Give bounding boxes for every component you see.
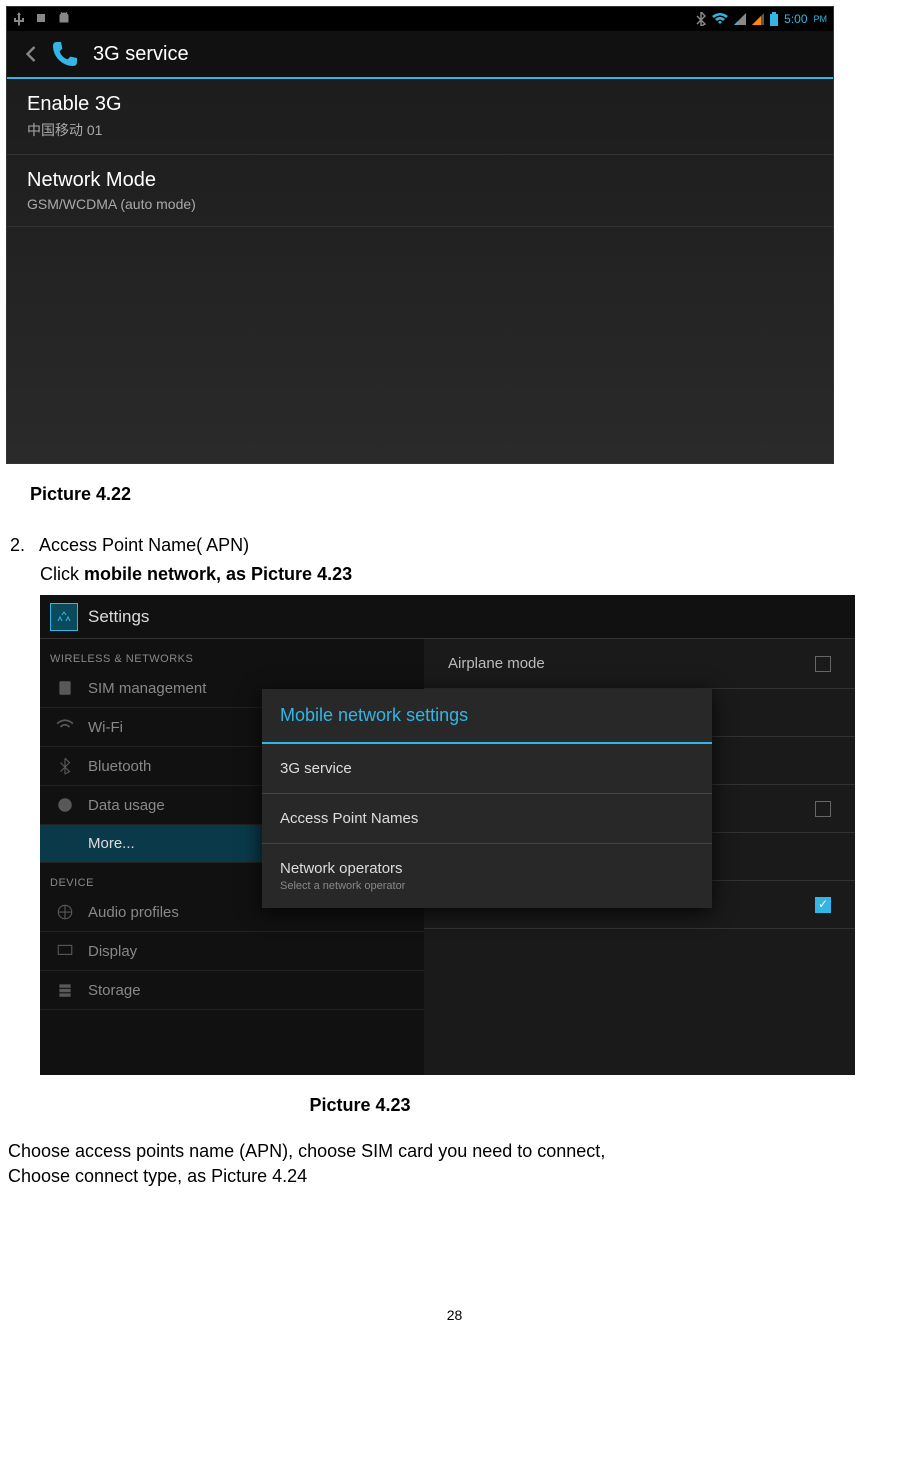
right-label: Airplane mode (448, 655, 545, 672)
paragraph-1: Choose access points name (APN), choose … (8, 1141, 909, 1162)
screenshot-settings-dialog: Settings WIRELESS & NETWORKS SIM managem… (40, 595, 855, 1075)
status-bar: 5:00 PM (7, 7, 833, 31)
screen-title: 3G service (93, 43, 189, 66)
dialog-item-operators[interactable]: Network operators Select a network opera… (262, 844, 712, 908)
sidebar-label: SIM management (88, 680, 206, 697)
battery-icon (770, 12, 778, 26)
signal-icon-1 (734, 13, 746, 25)
status-left (13, 12, 71, 26)
section-instruction: Click mobile network, as Picture 4.23 (40, 564, 909, 585)
sidebar-label: Storage (88, 982, 141, 999)
sidebar-category-wireless: WIRELESS & NETWORKS (40, 639, 424, 669)
section-number-title: 2. Access Point Name( APN) (10, 535, 909, 556)
wifi-icon (712, 13, 728, 25)
wifi-icon (56, 718, 74, 736)
dialog-title-prefix: Mobile network (280, 705, 406, 725)
signal-icon-2 (752, 13, 764, 25)
dialog-item-3g[interactable]: 3G service (262, 744, 712, 794)
status-ampm: PM (814, 14, 828, 24)
setting-network-mode[interactable]: Network Mode GSM/WCDMA (auto mode) (7, 155, 833, 227)
checkbox-icon[interactable] (815, 656, 831, 672)
checkbox-checked-icon[interactable] (815, 897, 831, 913)
debug-icon (35, 12, 47, 26)
checkbox-icon[interactable] (815, 801, 831, 817)
screenshot-3g-service: 5:00 PM 3G service Enable 3G 中国移动 01 Net… (6, 6, 834, 464)
title-bar: 3G service (7, 31, 833, 79)
sidebar-label: Display (88, 943, 137, 960)
sidebar-label: Data usage (88, 797, 165, 814)
audio-icon (56, 903, 74, 921)
dialog-item-label: Access Point Names (280, 810, 694, 827)
back-icon[interactable] (17, 40, 45, 68)
caption-4-23: Picture 4.23 (0, 1095, 720, 1116)
storage-icon (56, 981, 74, 999)
dialog-title-suffix: settings (406, 705, 468, 725)
caption-4-22: Picture 4.22 (30, 484, 909, 505)
dialog-title: Mobile network settings (262, 689, 712, 744)
sidebar-item-display[interactable]: Display (40, 932, 424, 971)
setting-enable-3g[interactable]: Enable 3G 中国移动 01 (7, 79, 833, 155)
settings-icon (50, 603, 78, 631)
dialog-item-label: Network operators (280, 860, 694, 877)
phone-icon (45, 38, 81, 70)
dialog-item-sub: Select a network operator (280, 880, 694, 892)
settings-title: Settings (88, 607, 149, 627)
instruction-prefix: Click (40, 564, 84, 584)
section-title: Access Point Name( APN) (39, 535, 249, 555)
settings-header: Settings (40, 595, 855, 639)
sidebar-item-storage[interactable]: Storage (40, 971, 424, 1010)
data-icon (56, 796, 74, 814)
sidebar-label: Wi-Fi (88, 719, 123, 736)
bluetooth-icon (696, 12, 706, 26)
android-icon (57, 12, 71, 26)
status-right: 5:00 PM (696, 12, 827, 26)
setting-sub: GSM/WCDMA (auto mode) (27, 196, 813, 212)
section-num: 2. (10, 535, 25, 555)
mobile-network-dialog: Mobile network settings 3G service Acces… (262, 689, 712, 908)
setting-label: Enable 3G (27, 93, 813, 116)
setting-sub: 中国移动 01 (27, 120, 813, 140)
dialog-item-apn[interactable]: Access Point Names (262, 794, 712, 844)
instruction-bold: mobile network, as Picture 4.23 (84, 564, 352, 584)
sim-icon (56, 679, 74, 697)
bluetooth-icon (56, 757, 74, 775)
sidebar-label: More... (88, 835, 135, 852)
right-item-airplane[interactable]: Airplane mode (424, 639, 855, 689)
display-icon (56, 942, 74, 960)
setting-label: Network Mode (27, 169, 813, 192)
paragraph-2: Choose connect type, as Picture 4.24 (8, 1166, 909, 1187)
sidebar-label: Bluetooth (88, 758, 151, 775)
status-time: 5:00 (784, 12, 807, 26)
usb-icon (13, 12, 25, 26)
sidebar-label: Audio profiles (88, 904, 179, 921)
dialog-item-label: 3G service (280, 760, 694, 777)
page-number: 28 (0, 1307, 909, 1323)
